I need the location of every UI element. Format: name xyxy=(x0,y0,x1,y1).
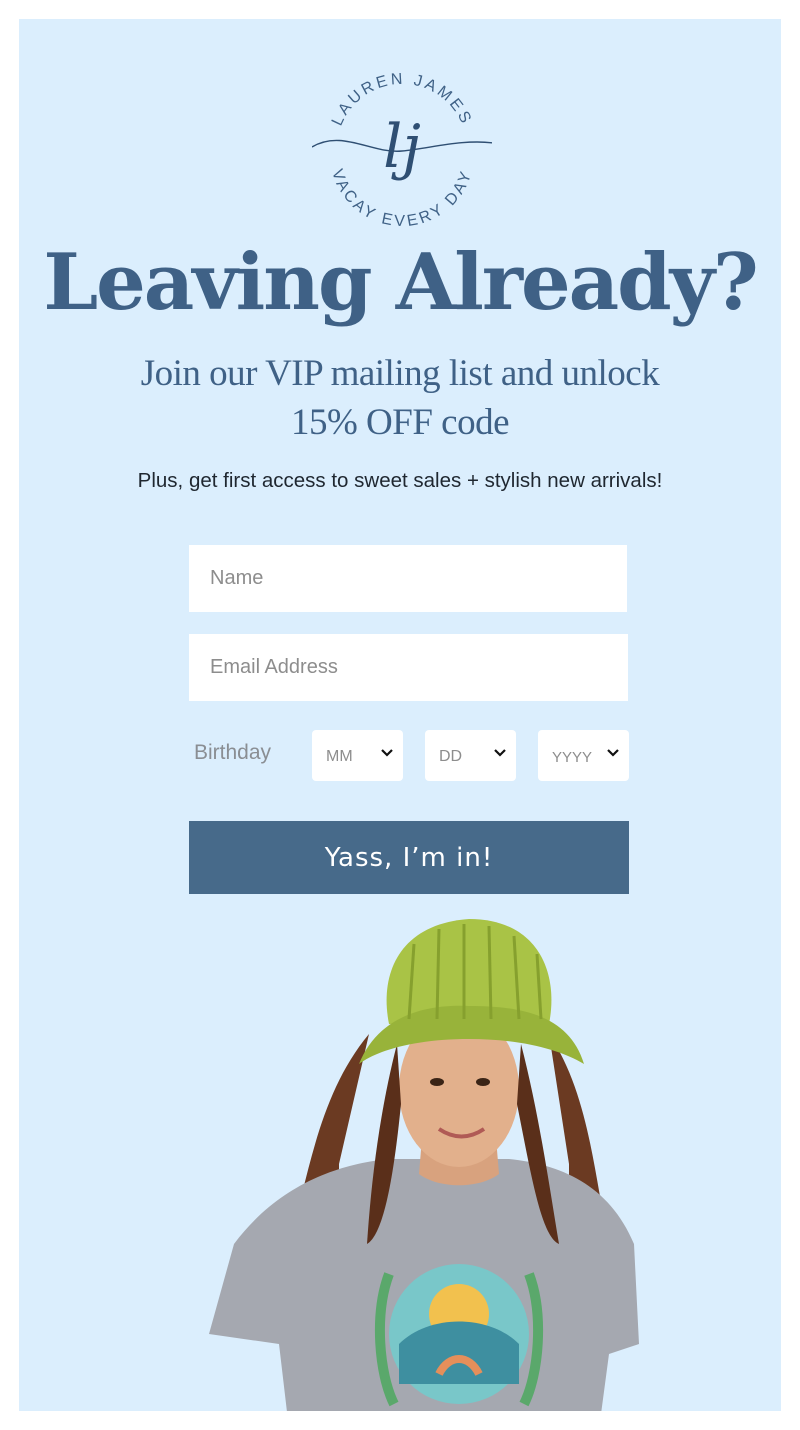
offer-line-1: Join our VIP mailing list and unlock xyxy=(140,353,660,394)
chevron-down-icon xyxy=(494,749,506,757)
name-input[interactable] xyxy=(189,545,627,612)
birthday-label: Birthday xyxy=(194,741,272,764)
popup-panel: LAUREN JAMES VACAY EVERY DAY lj Leaving … xyxy=(19,19,781,1411)
birth-year-placeholder: YYYY xyxy=(552,748,593,766)
promo-text: Plus, get first access to sweet sales + … xyxy=(137,469,663,492)
birth-day-select[interactable]: DD xyxy=(425,730,516,781)
offer-line-2: 15% OFF code xyxy=(290,402,510,443)
subscribe-button[interactable]: Yass, I’m in! xyxy=(189,821,629,894)
logo-monogram: lj xyxy=(383,112,421,182)
birth-month-select[interactable]: MM xyxy=(312,730,403,781)
email-input[interactable] xyxy=(189,634,628,701)
birth-day-placeholder: DD xyxy=(439,748,463,765)
birth-year-select[interactable]: YYYY xyxy=(538,730,629,781)
page-title: Leaving Already? xyxy=(43,237,758,328)
offer-subheading: Join our VIP mailing list and unlock 15%… xyxy=(79,349,721,447)
brand-logo: LAUREN JAMES VACAY EVERY DAY lj xyxy=(312,71,492,229)
model-photo xyxy=(209,919,639,1411)
chevron-down-icon xyxy=(381,749,393,757)
birth-month-placeholder: MM xyxy=(326,748,353,765)
chevron-down-icon xyxy=(607,749,619,757)
